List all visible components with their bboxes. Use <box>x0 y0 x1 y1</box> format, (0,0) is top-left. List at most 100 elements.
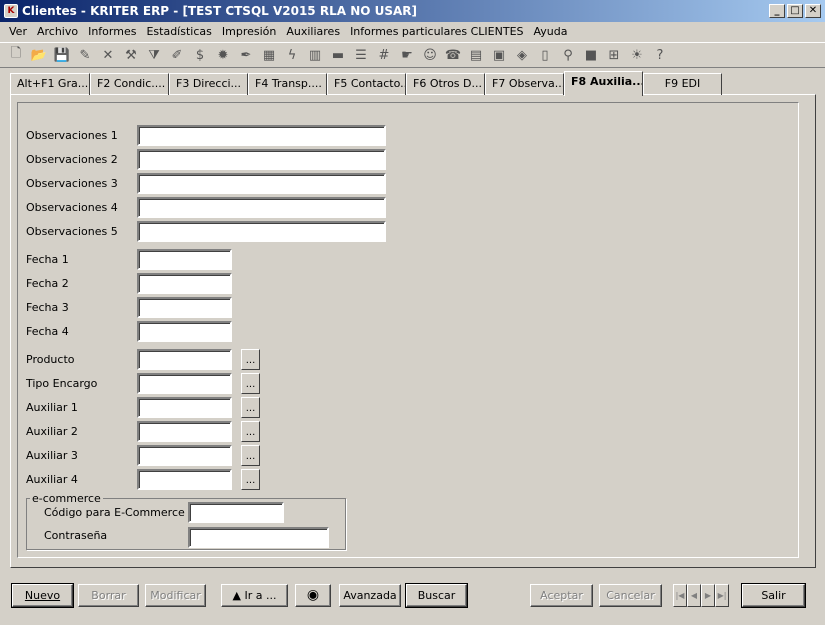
tab-2[interactable]: F3 Direcci... <box>169 73 248 95</box>
menu-impresion[interactable]: Impresión <box>217 25 281 38</box>
obs4-input[interactable] <box>137 197 386 218</box>
menu-informes[interactable]: Informes <box>83 25 141 38</box>
document-icon[interactable]: ▤ <box>466 45 486 65</box>
label-producto: Producto <box>26 353 75 366</box>
next-record-icon[interactable]: ▶ <box>701 584 715 607</box>
fecha1-input[interactable] <box>137 249 232 270</box>
stop-icon[interactable]: ■ <box>581 45 601 65</box>
globe-button[interactable]: ◉ <box>295 584 331 607</box>
obs2-input[interactable] <box>137 149 386 170</box>
menu-bar: Ver Archivo Informes Estadísticas Impres… <box>0 22 825 41</box>
tab-3[interactable]: F4 Transp.... <box>248 73 327 95</box>
lightning-icon[interactable]: ϟ <box>282 45 302 65</box>
hammer-icon[interactable]: ⚒ <box>121 45 141 65</box>
obs1-input[interactable] <box>137 125 386 146</box>
delete-icon[interactable]: ✕ <box>98 45 118 65</box>
menu-auxiliares[interactable]: Auxiliares <box>281 25 345 38</box>
nuevo-button[interactable]: Nuevo <box>11 583 74 608</box>
app-icon: K <box>4 4 18 18</box>
label-aux2: Auxiliar 2 <box>26 425 78 438</box>
producto-input[interactable] <box>137 349 232 370</box>
tipo-encargo-input[interactable] <box>137 373 232 394</box>
link-icon[interactable]: ⚲ <box>558 45 578 65</box>
tab-1[interactable]: F2 Condic.... <box>90 73 169 95</box>
menu-ver[interactable]: Ver <box>4 25 32 38</box>
aux4-input[interactable] <box>137 469 232 490</box>
label-ecommerce-code: Código para E-Commerce <box>44 506 185 519</box>
prev-record-icon[interactable]: ◀ <box>687 584 701 607</box>
phone-icon[interactable]: ☎ <box>443 45 463 65</box>
maximize-button[interactable]: □ <box>787 4 803 18</box>
tab-5[interactable]: F6 Otros D... <box>406 73 485 95</box>
aux1-input[interactable] <box>137 397 232 418</box>
bulb-icon[interactable]: ☀ <box>627 45 647 65</box>
label-obs1: Observaciones 1 <box>26 129 118 142</box>
aux1-lookup-button[interactable]: ... <box>241 397 260 418</box>
tab-content <box>17 102 799 558</box>
obs3-input[interactable] <box>137 173 386 194</box>
close-button[interactable]: ✕ <box>805 4 821 18</box>
aux3-input[interactable] <box>137 445 232 466</box>
list-icon[interactable]: ☰ <box>351 45 371 65</box>
menu-estadisticas[interactable]: Estadísticas <box>141 25 216 38</box>
last-record-icon[interactable]: ▶| <box>715 584 729 607</box>
save-icon[interactable]: 💾 <box>52 45 72 65</box>
grid-icon[interactable]: ▦ <box>259 45 279 65</box>
tab-0[interactable]: Alt+F1 Gra... <box>10 73 90 95</box>
new-doc-icon[interactable]: 🗋 <box>6 45 26 65</box>
aux2-lookup-button[interactable]: ... <box>241 421 260 442</box>
edit-icon[interactable]: ✎ <box>75 45 95 65</box>
dollar-icon[interactable]: $ <box>190 45 210 65</box>
label-ecommerce-password: Contraseña <box>44 529 108 542</box>
pen-icon[interactable]: ✒ <box>236 45 256 65</box>
gear-icon[interactable]: ✹ <box>213 45 233 65</box>
label-fecha4: Fecha 4 <box>26 325 69 338</box>
window-title: Clientes - KRITER ERP - [TEST CTSQL V201… <box>22 4 418 18</box>
help-icon[interactable]: ? <box>650 45 670 65</box>
minus-icon[interactable]: ▬ <box>328 45 348 65</box>
tipo-encargo-lookup-button[interactable]: ... <box>241 373 260 394</box>
bar-chart-icon[interactable]: ▥ <box>305 45 325 65</box>
modificar-button[interactable]: Modificar <box>145 584 206 607</box>
aux2-input[interactable] <box>137 421 232 442</box>
hand-icon[interactable]: ☛ <box>397 45 417 65</box>
label-aux4: Auxiliar 4 <box>26 473 78 486</box>
tree-icon[interactable]: ⊞ <box>604 45 624 65</box>
borrar-button[interactable]: Borrar <box>78 584 139 607</box>
record-navigator: |◀ ◀ ▶ ▶| <box>673 584 729 607</box>
aux4-lookup-button[interactable]: ... <box>241 469 260 490</box>
menu-archivo[interactable]: Archivo <box>32 25 83 38</box>
minimize-button[interactable]: _ <box>769 4 785 18</box>
producto-lookup-button[interactable]: ... <box>241 349 260 370</box>
avanzada-button[interactable]: Avanzada <box>339 584 401 607</box>
fecha4-input[interactable] <box>137 321 232 342</box>
menu-informes-particulares[interactable]: Informes particulares CLIENTES <box>345 25 528 38</box>
tab-4[interactable]: F5 Contacto... <box>327 73 406 95</box>
tab-8[interactable]: F9 EDI <box>643 73 722 95</box>
tab-6[interactable]: F7 Observa... <box>485 73 564 95</box>
obs5-input[interactable] <box>137 221 386 242</box>
numbers-icon[interactable]: # <box>374 45 394 65</box>
open-folder-icon[interactable]: 📂 <box>29 45 49 65</box>
first-record-icon[interactable]: |◀ <box>673 584 687 607</box>
cancelar-button[interactable]: Cancelar <box>599 584 662 607</box>
label-fecha1: Fecha 1 <box>26 253 69 266</box>
tab-7[interactable]: F8 Auxilia... <box>564 71 643 96</box>
brush-icon[interactable]: ✐ <box>167 45 187 65</box>
fecha2-input[interactable] <box>137 273 232 294</box>
menu-ayuda[interactable]: Ayuda <box>529 25 573 38</box>
ir-a-button[interactable]: ▲ Ir a ... <box>221 584 288 607</box>
calendar-icon[interactable]: ▣ <box>489 45 509 65</box>
funnel-icon[interactable]: ⧩ <box>144 45 164 65</box>
label-fecha2: Fecha 2 <box>26 277 69 290</box>
fecha3-input[interactable] <box>137 297 232 318</box>
aceptar-button[interactable]: Aceptar <box>530 584 593 607</box>
page-icon[interactable]: ▯ <box>535 45 555 65</box>
ecommerce-code-input[interactable] <box>188 502 284 523</box>
ecommerce-password-input[interactable] <box>188 527 329 548</box>
user-icon[interactable]: ☺ <box>420 45 440 65</box>
salir-button[interactable]: Salir <box>741 583 806 608</box>
buscar-button[interactable]: Buscar <box>405 583 468 608</box>
tag-icon[interactable]: ◈ <box>512 45 532 65</box>
aux3-lookup-button[interactable]: ... <box>241 445 260 466</box>
